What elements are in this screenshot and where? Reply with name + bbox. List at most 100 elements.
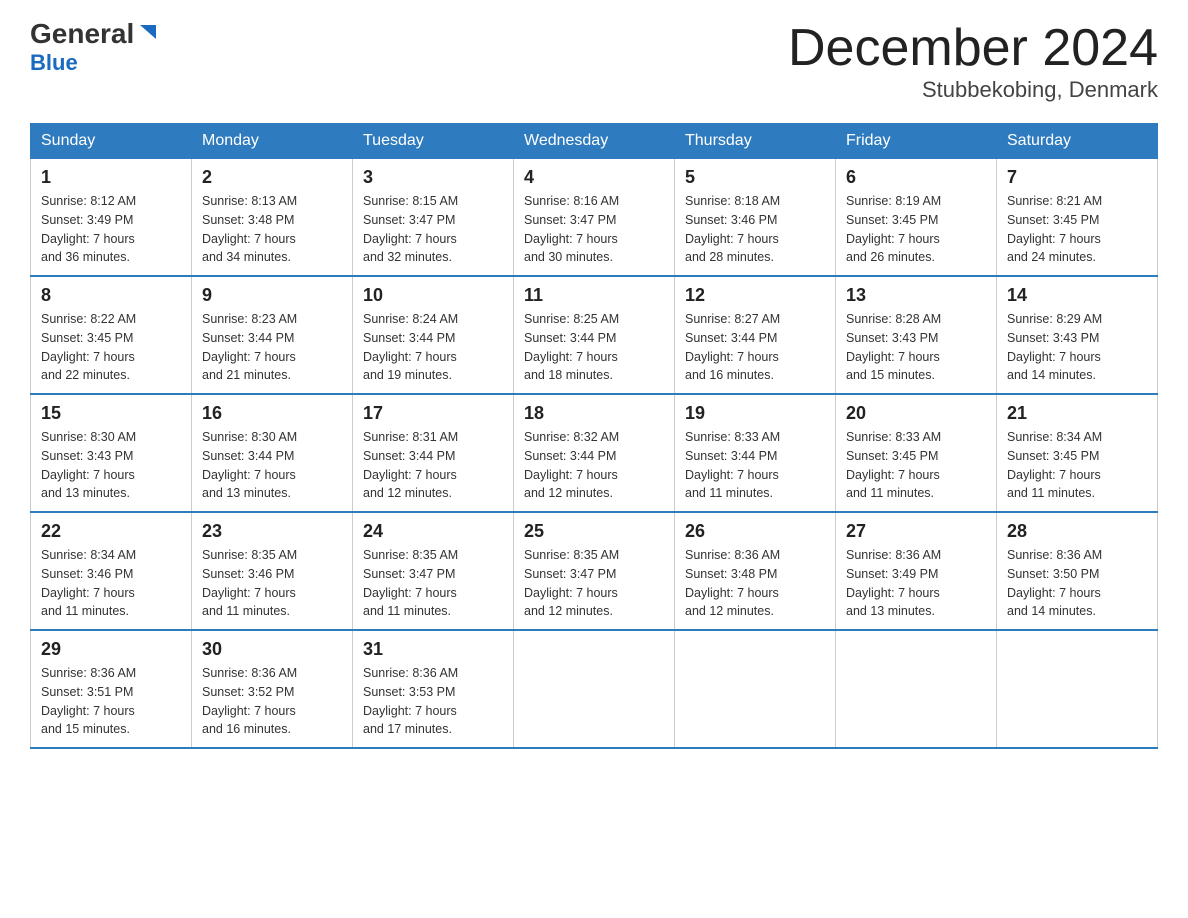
- calendar-cell: [514, 630, 675, 748]
- calendar-cell: 27 Sunrise: 8:36 AMSunset: 3:49 PMDaylig…: [836, 512, 997, 630]
- day-number: 24: [363, 521, 503, 542]
- header-monday: Monday: [192, 124, 353, 159]
- day-number: 15: [41, 403, 181, 424]
- header-row: Sunday Monday Tuesday Wednesday Thursday…: [31, 124, 1158, 159]
- day-info: Sunrise: 8:30 AMSunset: 3:44 PMDaylight:…: [202, 430, 297, 500]
- calendar-cell: 31 Sunrise: 8:36 AMSunset: 3:53 PMDaylig…: [353, 630, 514, 748]
- calendar-cell: 13 Sunrise: 8:28 AMSunset: 3:43 PMDaylig…: [836, 276, 997, 394]
- day-info: Sunrise: 8:36 AMSunset: 3:53 PMDaylight:…: [363, 666, 458, 736]
- day-info: Sunrise: 8:16 AMSunset: 3:47 PMDaylight:…: [524, 194, 619, 264]
- header-thursday: Thursday: [675, 124, 836, 159]
- logo-blue: Blue: [30, 50, 78, 76]
- calendar-cell: 24 Sunrise: 8:35 AMSunset: 3:47 PMDaylig…: [353, 512, 514, 630]
- calendar-cell: 15 Sunrise: 8:30 AMSunset: 3:43 PMDaylig…: [31, 394, 192, 512]
- day-number: 22: [41, 521, 181, 542]
- day-number: 11: [524, 285, 664, 306]
- day-info: Sunrise: 8:31 AMSunset: 3:44 PMDaylight:…: [363, 430, 458, 500]
- calendar-cell: 10 Sunrise: 8:24 AMSunset: 3:44 PMDaylig…: [353, 276, 514, 394]
- day-info: Sunrise: 8:33 AMSunset: 3:44 PMDaylight:…: [685, 430, 780, 500]
- calendar-cell: 21 Sunrise: 8:34 AMSunset: 3:45 PMDaylig…: [997, 394, 1158, 512]
- day-info: Sunrise: 8:35 AMSunset: 3:47 PMDaylight:…: [524, 548, 619, 618]
- calendar-cell: 12 Sunrise: 8:27 AMSunset: 3:44 PMDaylig…: [675, 276, 836, 394]
- calendar-cell: [675, 630, 836, 748]
- calendar-title: December 2024: [788, 20, 1158, 77]
- week-row-5: 29 Sunrise: 8:36 AMSunset: 3:51 PMDaylig…: [31, 630, 1158, 748]
- day-number: 14: [1007, 285, 1147, 306]
- calendar-cell: 1 Sunrise: 8:12 AMSunset: 3:49 PMDayligh…: [31, 159, 192, 277]
- day-info: Sunrise: 8:18 AMSunset: 3:46 PMDaylight:…: [685, 194, 780, 264]
- day-number: 28: [1007, 521, 1147, 542]
- day-info: Sunrise: 8:24 AMSunset: 3:44 PMDaylight:…: [363, 312, 458, 382]
- day-number: 27: [846, 521, 986, 542]
- header-saturday: Saturday: [997, 124, 1158, 159]
- day-number: 13: [846, 285, 986, 306]
- calendar-cell: 5 Sunrise: 8:18 AMSunset: 3:46 PMDayligh…: [675, 159, 836, 277]
- day-info: Sunrise: 8:33 AMSunset: 3:45 PMDaylight:…: [846, 430, 941, 500]
- day-number: 6: [846, 167, 986, 188]
- day-info: Sunrise: 8:12 AMSunset: 3:49 PMDaylight:…: [41, 194, 136, 264]
- calendar-cell: [836, 630, 997, 748]
- day-number: 30: [202, 639, 342, 660]
- day-info: Sunrise: 8:27 AMSunset: 3:44 PMDaylight:…: [685, 312, 780, 382]
- day-number: 4: [524, 167, 664, 188]
- day-info: Sunrise: 8:30 AMSunset: 3:43 PMDaylight:…: [41, 430, 136, 500]
- calendar-cell: 18 Sunrise: 8:32 AMSunset: 3:44 PMDaylig…: [514, 394, 675, 512]
- calendar-cell: 8 Sunrise: 8:22 AMSunset: 3:45 PMDayligh…: [31, 276, 192, 394]
- day-info: Sunrise: 8:28 AMSunset: 3:43 PMDaylight:…: [846, 312, 941, 382]
- calendar-cell: 23 Sunrise: 8:35 AMSunset: 3:46 PMDaylig…: [192, 512, 353, 630]
- title-area: December 2024 Stubbekobing, Denmark: [788, 20, 1158, 103]
- day-info: Sunrise: 8:15 AMSunset: 3:47 PMDaylight:…: [363, 194, 458, 264]
- day-number: 26: [685, 521, 825, 542]
- day-number: 25: [524, 521, 664, 542]
- day-number: 19: [685, 403, 825, 424]
- day-info: Sunrise: 8:29 AMSunset: 3:43 PMDaylight:…: [1007, 312, 1102, 382]
- page-header: General Blue December 2024 Stubbekobing,…: [30, 20, 1158, 103]
- calendar-cell: 4 Sunrise: 8:16 AMSunset: 3:47 PMDayligh…: [514, 159, 675, 277]
- day-number: 5: [685, 167, 825, 188]
- calendar-cell: 3 Sunrise: 8:15 AMSunset: 3:47 PMDayligh…: [353, 159, 514, 277]
- day-number: 29: [41, 639, 181, 660]
- day-info: Sunrise: 8:36 AMSunset: 3:51 PMDaylight:…: [41, 666, 136, 736]
- header-tuesday: Tuesday: [353, 124, 514, 159]
- logo-icon: [136, 21, 158, 43]
- day-info: Sunrise: 8:13 AMSunset: 3:48 PMDaylight:…: [202, 194, 297, 264]
- calendar-cell: 7 Sunrise: 8:21 AMSunset: 3:45 PMDayligh…: [997, 159, 1158, 277]
- day-info: Sunrise: 8:19 AMSunset: 3:45 PMDaylight:…: [846, 194, 941, 264]
- day-info: Sunrise: 8:34 AMSunset: 3:46 PMDaylight:…: [41, 548, 136, 618]
- day-number: 9: [202, 285, 342, 306]
- calendar-table: Sunday Monday Tuesday Wednesday Thursday…: [30, 123, 1158, 749]
- calendar-header: Sunday Monday Tuesday Wednesday Thursday…: [31, 124, 1158, 159]
- day-number: 1: [41, 167, 181, 188]
- calendar-cell: 16 Sunrise: 8:30 AMSunset: 3:44 PMDaylig…: [192, 394, 353, 512]
- day-info: Sunrise: 8:34 AMSunset: 3:45 PMDaylight:…: [1007, 430, 1102, 500]
- week-row-2: 8 Sunrise: 8:22 AMSunset: 3:45 PMDayligh…: [31, 276, 1158, 394]
- day-number: 3: [363, 167, 503, 188]
- day-number: 2: [202, 167, 342, 188]
- week-row-4: 22 Sunrise: 8:34 AMSunset: 3:46 PMDaylig…: [31, 512, 1158, 630]
- calendar-cell: 25 Sunrise: 8:35 AMSunset: 3:47 PMDaylig…: [514, 512, 675, 630]
- calendar-cell: [997, 630, 1158, 748]
- calendar-cell: 19 Sunrise: 8:33 AMSunset: 3:44 PMDaylig…: [675, 394, 836, 512]
- calendar-cell: 11 Sunrise: 8:25 AMSunset: 3:44 PMDaylig…: [514, 276, 675, 394]
- calendar-cell: 9 Sunrise: 8:23 AMSunset: 3:44 PMDayligh…: [192, 276, 353, 394]
- calendar-cell: 26 Sunrise: 8:36 AMSunset: 3:48 PMDaylig…: [675, 512, 836, 630]
- day-number: 18: [524, 403, 664, 424]
- header-friday: Friday: [836, 124, 997, 159]
- day-number: 31: [363, 639, 503, 660]
- week-row-1: 1 Sunrise: 8:12 AMSunset: 3:49 PMDayligh…: [31, 159, 1158, 277]
- calendar-cell: 22 Sunrise: 8:34 AMSunset: 3:46 PMDaylig…: [31, 512, 192, 630]
- calendar-cell: 2 Sunrise: 8:13 AMSunset: 3:48 PMDayligh…: [192, 159, 353, 277]
- day-info: Sunrise: 8:21 AMSunset: 3:45 PMDaylight:…: [1007, 194, 1102, 264]
- calendar-cell: 28 Sunrise: 8:36 AMSunset: 3:50 PMDaylig…: [997, 512, 1158, 630]
- day-info: Sunrise: 8:35 AMSunset: 3:46 PMDaylight:…: [202, 548, 297, 618]
- day-info: Sunrise: 8:23 AMSunset: 3:44 PMDaylight:…: [202, 312, 297, 382]
- week-row-3: 15 Sunrise: 8:30 AMSunset: 3:43 PMDaylig…: [31, 394, 1158, 512]
- calendar-cell: 6 Sunrise: 8:19 AMSunset: 3:45 PMDayligh…: [836, 159, 997, 277]
- day-number: 7: [1007, 167, 1147, 188]
- day-info: Sunrise: 8:36 AMSunset: 3:52 PMDaylight:…: [202, 666, 297, 736]
- day-info: Sunrise: 8:36 AMSunset: 3:48 PMDaylight:…: [685, 548, 780, 618]
- day-info: Sunrise: 8:32 AMSunset: 3:44 PMDaylight:…: [524, 430, 619, 500]
- day-number: 23: [202, 521, 342, 542]
- day-info: Sunrise: 8:36 AMSunset: 3:49 PMDaylight:…: [846, 548, 941, 618]
- day-number: 21: [1007, 403, 1147, 424]
